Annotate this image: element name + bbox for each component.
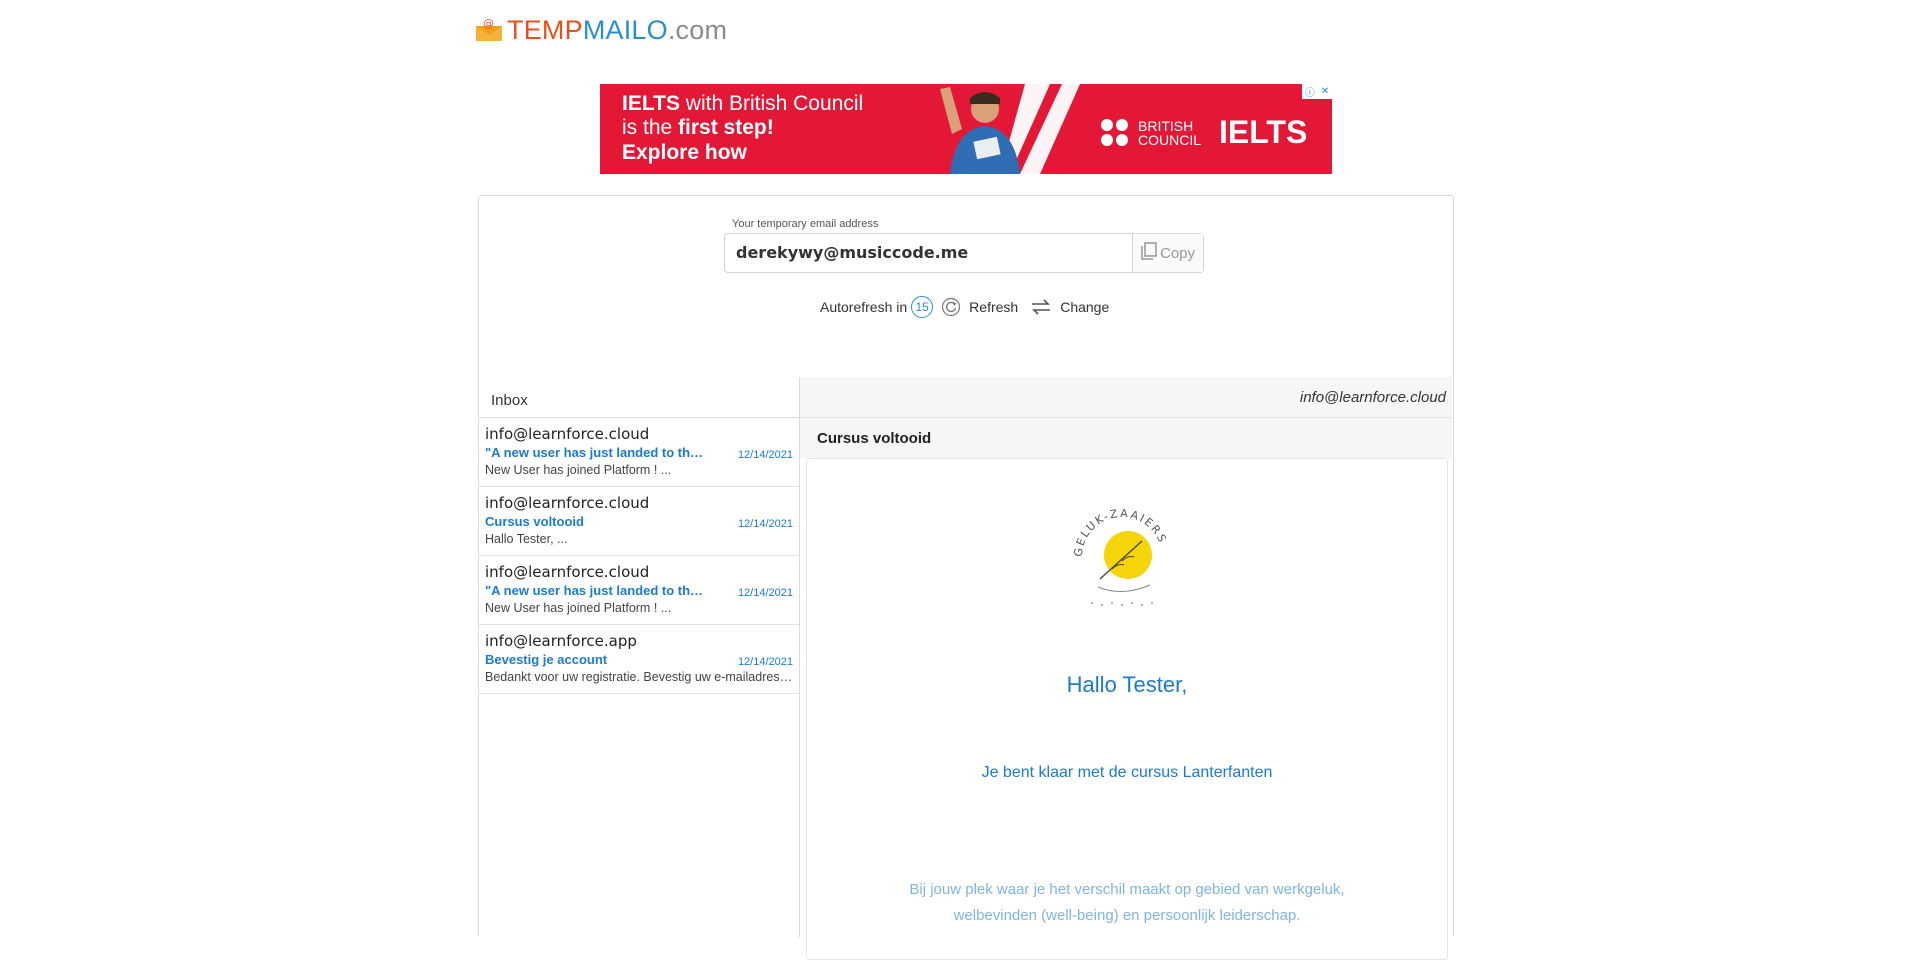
ad-brand-bottom: COUNCIL <box>1138 131 1202 148</box>
reader-subject: Cursus voltooid <box>800 418 1452 458</box>
mail-subject: Bevestig je account <box>485 652 608 667</box>
ad-choices[interactable]: ⓘ ✕ <box>1302 84 1332 99</box>
logo-text-mailo: MAILO <box>582 14 668 45</box>
mail-mission: Bij jouw plek waar je het verschil maakt… <box>867 877 1387 929</box>
british-council-logo-icon <box>1101 118 1128 146</box>
mail-reader: info@learnforce.cloud Cursus voltooid GE… <box>800 377 1452 960</box>
envelope-icon: @ <box>475 17 503 42</box>
mail-sender: info@learnforce.cloud <box>485 425 650 443</box>
mail-body: GELUK-ZAAIERS Hallo Tester, Je bent klaa… <box>806 458 1448 960</box>
mission-line-1: Bij jouw plek waar je het verschil maakt… <box>909 881 1345 898</box>
inbox-title: Inbox <box>479 377 799 418</box>
inbox-list: Inbox info@learnforce.cloud "A new user … <box>479 377 800 937</box>
reader-sender: info@learnforce.cloud <box>800 377 1452 418</box>
logo-text-temp: TEMP <box>507 14 583 45</box>
mail-greeting: Hallo Tester, <box>1066 672 1188 697</box>
ad-line-3: Explore how <box>622 141 747 164</box>
copy-icon <box>1141 242 1157 264</box>
ad-person-image <box>940 84 1080 174</box>
mail-subject: "A new user has just landed to the platf… <box>485 445 710 460</box>
refresh-icon[interactable] <box>941 297 961 317</box>
logo-text-domain: .com <box>667 14 728 45</box>
change-button[interactable]: Change <box>1060 299 1109 315</box>
address-label: Your temporary email address <box>732 218 879 230</box>
mail-subject: "A new user has just landed to the platf… <box>485 583 710 598</box>
ad-line-2: is the first step! <box>622 116 774 139</box>
autorefresh-countdown: 15 <box>911 296 934 318</box>
mail-date: 12/14/2021 <box>737 518 793 530</box>
mail-sender: info@learnforce.app <box>485 632 637 650</box>
ad-line-1: IELTS with British Council <box>622 92 864 115</box>
mail-list-item[interactable]: info@learnforce.app Bevestig je account … <box>479 625 799 694</box>
mail-date: 12/14/2021 <box>737 449 793 461</box>
refresh-button[interactable]: Refresh <box>969 299 1018 315</box>
mail-sender: info@learnforce.cloud <box>485 563 650 581</box>
mail-subject: Cursus voltooid <box>485 514 584 529</box>
mail-date: 12/14/2021 <box>737 587 793 599</box>
mail-preview: New User has joined Platform ! ... <box>485 463 672 477</box>
email-address-value[interactable]: derekywy@musiccode.me <box>725 234 1132 272</box>
site-logo[interactable]: @ TEMPMAILO.com <box>475 12 727 48</box>
mission-line-2: welbevinden (well-being) en persoonlijk … <box>953 907 1301 924</box>
svg-text:@: @ <box>483 18 494 30</box>
info-icon[interactable]: ⓘ <box>1305 84 1315 99</box>
refresh-controls: Autorefresh in 15 Refresh Change <box>820 296 1109 318</box>
ad-brand-top: BRITISH <box>1138 117 1194 134</box>
mail-preview: New User has joined Platform ! ... <box>485 601 672 615</box>
mail-preview: Bedankt voor uw registratie. Bevestig uw… <box>485 670 793 684</box>
mail-preview: Hallo Tester, ... <box>485 532 568 546</box>
swap-icon[interactable] <box>1030 298 1052 316</box>
close-icon[interactable]: ✕ <box>1321 86 1329 97</box>
geluk-zaaiers-logo: GELUK-ZAAIERS <box>1062 499 1182 619</box>
mail-message: Je bent klaar met de cursus Lanterfanten <box>981 764 1273 781</box>
mail-list-item[interactable]: info@learnforce.cloud "A new user has ju… <box>479 418 799 487</box>
copy-button-label: Copy <box>1159 244 1196 262</box>
mail-list-item[interactable]: info@learnforce.cloud Cursus voltooid 12… <box>479 487 799 556</box>
mail-sender: info@learnforce.cloud <box>485 494 650 512</box>
mail-date: 12/14/2021 <box>737 656 793 668</box>
mail-list-item[interactable]: info@learnforce.cloud "A new user has ju… <box>479 556 799 625</box>
address-field[interactable]: derekywy@musiccode.me Copy <box>724 233 1204 273</box>
ad-brand-word: IELTS <box>1219 114 1308 150</box>
copy-button[interactable]: Copy <box>1132 234 1203 272</box>
ad-banner[interactable]: IELTS with British Council is the first … <box>600 84 1332 174</box>
autorefresh-label: Autorefresh in <box>820 299 908 315</box>
